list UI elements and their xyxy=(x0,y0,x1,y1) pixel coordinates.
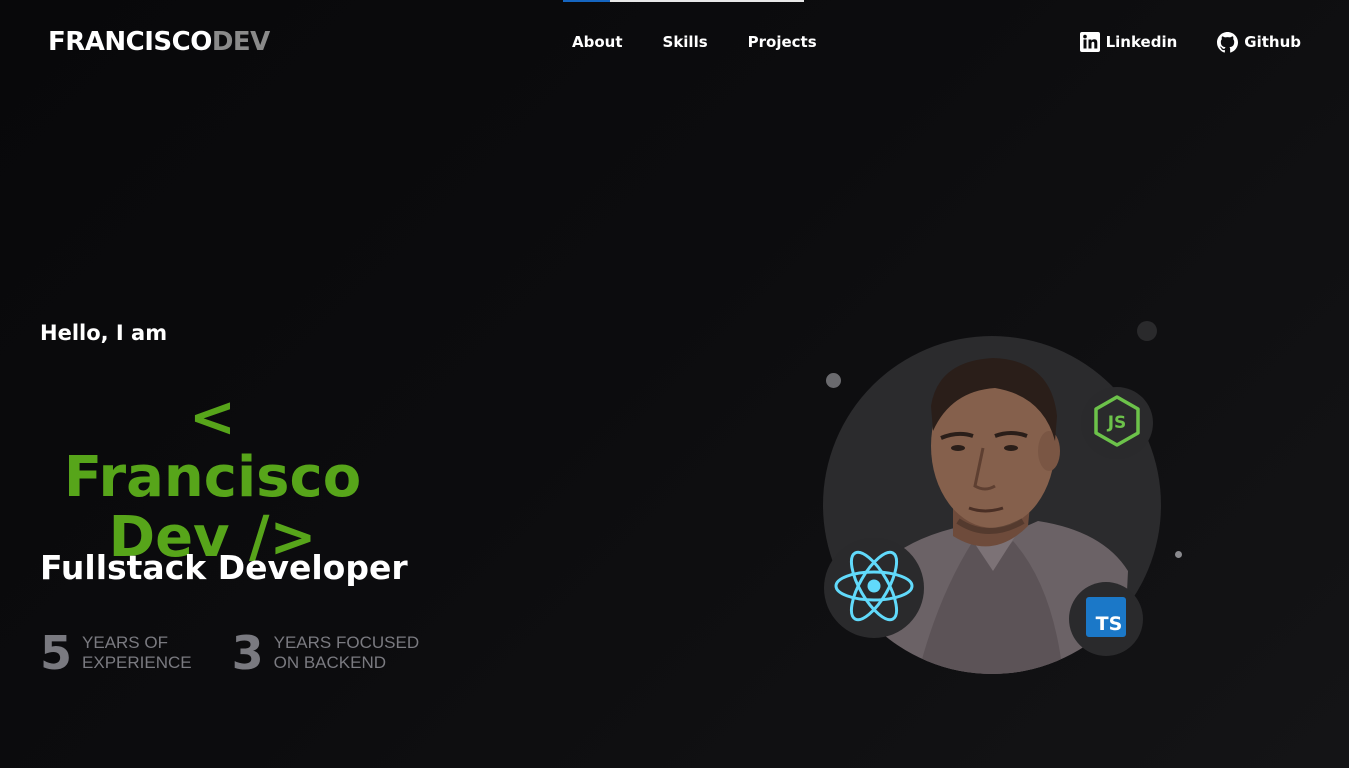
scroll-indicator-active xyxy=(563,0,610,2)
nav-skills[interactable]: Skills xyxy=(663,32,708,52)
scroll-indicator xyxy=(563,0,804,2)
stat-number: 3 xyxy=(231,626,264,680)
stat-label: YEARS FOCUSED ON BACKEND xyxy=(274,633,419,673)
github-link[interactable]: Github xyxy=(1217,31,1301,53)
typescript-icon: TS xyxy=(1086,596,1126,642)
hero-role: Fullstack Developer xyxy=(40,548,408,587)
github-icon xyxy=(1217,31,1239,53)
stat-label-line1: YEARS FOCUSED xyxy=(273,633,420,652)
react-icon xyxy=(833,549,915,628)
nodejs-icon: JS xyxy=(1092,394,1142,453)
github-label: Github xyxy=(1244,33,1301,51)
linkedin-link[interactable]: Linkedin xyxy=(1079,31,1178,53)
linkedin-label: Linkedin xyxy=(1105,33,1178,51)
experience-stats: 5 YEARS OF EXPERIENCE 3 YEARS FOCUSED ON… xyxy=(40,628,419,678)
decor-dot xyxy=(1137,321,1157,341)
stat-label-line2: ON BACKEND xyxy=(273,653,387,672)
site-logo[interactable]: FRANCISCODEV xyxy=(48,26,270,58)
linkedin-icon xyxy=(1079,32,1100,52)
hero-greeting: Hello, I am xyxy=(40,321,168,345)
social-links: Linkedin Github xyxy=(1079,31,1301,53)
stat-label: YEARS OF EXPERIENCE xyxy=(82,633,192,673)
stat-number: 5 xyxy=(40,626,73,680)
nodejs-badge: JS xyxy=(1081,387,1153,459)
main-nav: About Skills Projects xyxy=(572,32,817,52)
stat-label-line1: YEARS OF xyxy=(82,633,168,652)
hero-name: < Francisco Dev /> xyxy=(40,388,385,568)
typescript-icon-text: TS xyxy=(1096,613,1123,635)
decor-dot xyxy=(826,373,841,388)
stat-backend: 3 YEARS FOCUSED ON BACKEND xyxy=(232,628,420,678)
nav-about[interactable]: About xyxy=(572,32,623,52)
logo-secondary: DEV xyxy=(211,27,270,57)
nav-projects[interactable]: Projects xyxy=(748,32,817,52)
stat-experience: 5 YEARS OF EXPERIENCE xyxy=(40,628,192,678)
typescript-badge: TS xyxy=(1069,582,1143,656)
nodejs-icon-text: JS xyxy=(1107,413,1127,433)
logo-primary: FRANCISCO xyxy=(48,27,212,57)
decor-dot xyxy=(1175,551,1182,558)
react-badge xyxy=(824,538,924,638)
stat-label-line2: EXPERIENCE xyxy=(82,653,192,672)
hero-name-line1: < Francisco xyxy=(63,385,362,510)
